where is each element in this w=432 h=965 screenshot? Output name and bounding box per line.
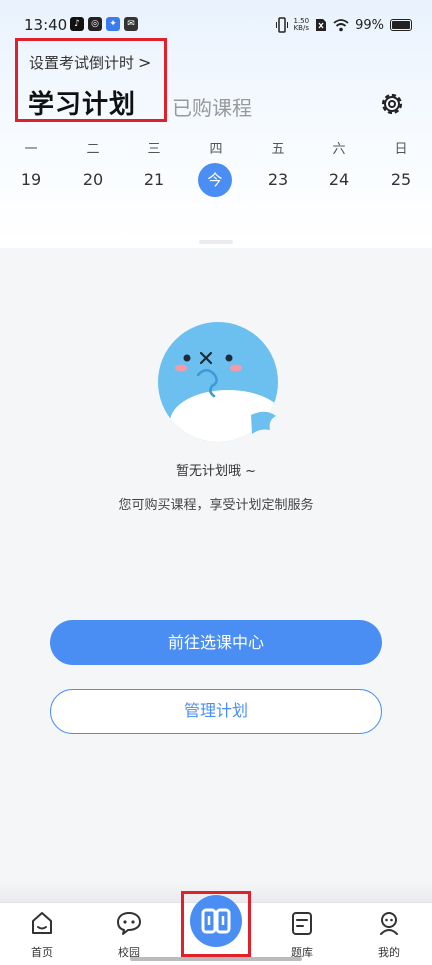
day-name: 五 xyxy=(271,142,285,157)
day-date: 20 xyxy=(82,170,104,189)
network-speed: 1.50 KB/s xyxy=(294,18,310,32)
today-marker: 今 xyxy=(198,163,232,197)
profile-icon xyxy=(380,912,398,935)
no-sim-icon xyxy=(316,19,327,31)
app-notification-icon-2: ✦ xyxy=(106,17,120,31)
status-time: 13:40 xyxy=(24,16,68,34)
tiktok-icon: ♪ xyxy=(70,17,84,31)
document-icon xyxy=(292,912,312,935)
day-name: 六 xyxy=(332,142,346,157)
drag-handle[interactable] xyxy=(199,240,233,244)
network-speed-unit: KB/s xyxy=(293,24,309,32)
empty-state-subtitle: 您可购买课程，享受计划定制服务 xyxy=(118,498,314,513)
day-name: 三 xyxy=(147,142,161,157)
day-date: 25 xyxy=(390,170,412,189)
manage-plan-button[interactable]: 管理计划 xyxy=(50,689,382,734)
wifi-icon xyxy=(333,19,349,32)
empty-state-title: 暂无计划哦 ~ xyxy=(175,464,257,479)
tab-purchased-courses[interactable]: 已购课程 xyxy=(172,92,252,121)
tab-label: 我的 xyxy=(378,946,400,959)
battery-percent: 99% xyxy=(355,17,384,33)
tab-home[interactable]: 首页 xyxy=(12,909,72,960)
vibrate-icon xyxy=(275,17,288,33)
day-name: 二 xyxy=(86,142,100,157)
go-to-course-center-button[interactable]: 前往选课中心 xyxy=(50,620,382,665)
tab-campus[interactable]: 校园 xyxy=(99,909,159,960)
home-icon xyxy=(32,912,52,934)
day-date: 23 xyxy=(267,170,289,189)
app-notification-icon: ◎ xyxy=(88,17,102,31)
day-date: 24 xyxy=(328,170,350,189)
chat-bubble-icon xyxy=(117,912,141,935)
tab-profile[interactable]: 我的 xyxy=(359,909,419,960)
gear-icon[interactable] xyxy=(379,91,405,117)
day-date: 21 xyxy=(143,170,165,189)
highlight-box-center-tab xyxy=(181,891,251,957)
day-name: 四 xyxy=(209,142,223,157)
highlight-box-header xyxy=(15,38,167,122)
tab-question-bank[interactable]: 题库 xyxy=(272,909,332,960)
whale-mascot-illustration xyxy=(158,322,278,442)
tab-label: 首页 xyxy=(31,946,53,959)
message-notification-icon: ✉ xyxy=(124,17,138,31)
battery-icon xyxy=(390,19,412,31)
day-date: 19 xyxy=(20,170,42,189)
home-indicator[interactable] xyxy=(130,957,302,961)
day-name: 日 xyxy=(394,142,408,157)
day-name: 一 xyxy=(24,142,38,157)
